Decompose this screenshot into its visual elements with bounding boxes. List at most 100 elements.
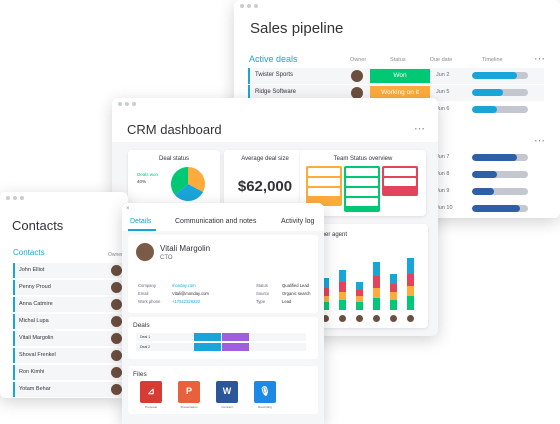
contact-row[interactable]: Shoval Frenkel: [13, 348, 125, 363]
contact-row[interactable]: Anna Catmire: [13, 297, 125, 312]
agent-bar[interactable]: [373, 262, 380, 310]
agent-bar[interactable]: [339, 270, 346, 310]
agent-bar-segment: [373, 276, 380, 288]
more-options-icon[interactable]: ⋯: [534, 52, 546, 65]
file-icon[interactable]: 🎙: [254, 381, 276, 403]
deal-name[interactable]: Deal 1: [140, 335, 150, 339]
timeline-bar[interactable]: [472, 89, 528, 96]
contact-row[interactable]: Yotam Behar: [13, 382, 125, 397]
more-options-icon[interactable]: ⋯: [414, 122, 426, 135]
file-caption: Proposal: [145, 405, 157, 409]
agent-avatar: [390, 315, 397, 322]
avatar: [111, 282, 122, 293]
deal-row[interactable]: Deal 1: [136, 333, 306, 341]
timeline-fill: [472, 188, 495, 195]
field-value[interactable]: monday.com: [172, 283, 196, 288]
legend-label: Deals won: [137, 172, 159, 177]
contact-name[interactable]: Anna Catmire: [19, 301, 53, 307]
agent-bar-segment: [356, 302, 363, 310]
group-title-active-deals[interactable]: Active deals: [249, 54, 298, 64]
field-value[interactable]: Qualified Lead: [282, 283, 309, 288]
field-label: Work phone: [138, 299, 161, 304]
contact-name[interactable]: Michal Lupa: [19, 318, 49, 324]
timeline-bar[interactable]: [472, 171, 528, 178]
column-header-status: Status: [390, 57, 406, 63]
group-color-bar: [248, 68, 250, 84]
avatar[interactable]: [351, 70, 363, 82]
sales-per-agent-widget[interactable]: ss per agent: [308, 224, 428, 328]
agent-bar-segment: [407, 286, 414, 296]
due-date[interactable]: Jun 9: [436, 188, 449, 194]
deal-stage[interactable]: [222, 333, 249, 341]
contact-row[interactable]: Penny Proud: [13, 280, 125, 295]
due-date[interactable]: Jun 6: [436, 106, 449, 112]
contact-name[interactable]: Penny Proud: [19, 284, 51, 290]
group-color-bar: [13, 331, 15, 346]
due-date[interactable]: Jun 8: [436, 171, 449, 177]
contact-row[interactable]: Vitali Margolin: [13, 331, 125, 346]
avatar: [111, 367, 122, 378]
contact-detail-window: × Details Communication and notes Activi…: [122, 203, 324, 424]
file-icon[interactable]: P: [178, 381, 200, 403]
field-value[interactable]: +17542326232: [172, 299, 200, 304]
deal-status-widget[interactable]: Deal status Deals won 40%: [128, 150, 220, 208]
field-value[interactable]: Organic search: [282, 291, 310, 296]
tab-activity-log[interactable]: Activity log: [281, 218, 314, 225]
timeline-fill: [472, 154, 517, 161]
more-options-icon[interactable]: ⋯: [534, 134, 546, 147]
contact-name[interactable]: Yotam Behar: [19, 386, 51, 392]
group-color-bar: [13, 297, 15, 312]
tab-communication-and-notes[interactable]: Communication and notes: [175, 218, 256, 225]
agent-bar-segment: [390, 292, 397, 300]
contact-name[interactable]: John Elliot: [19, 267, 44, 273]
file-icon[interactable]: ⊿: [140, 381, 162, 403]
contact-row[interactable]: Ron Kimhi: [13, 365, 125, 380]
contact-row[interactable]: Michal Lupa: [13, 314, 125, 329]
agent-bar-segment: [390, 274, 397, 284]
contact-name[interactable]: Vitali Margolin: [19, 335, 53, 341]
deal-status[interactable]: [194, 343, 221, 351]
table-row[interactable]: Twister Sports Won Jun 2: [248, 68, 544, 84]
deal-name[interactable]: Ridge Software: [255, 89, 296, 95]
agent-bar[interactable]: [407, 258, 414, 310]
due-date[interactable]: Jun 7: [436, 154, 449, 160]
timeline-bar[interactable]: [472, 72, 528, 79]
contact-name[interactable]: Ron Kimhi: [19, 369, 44, 375]
agent-bar-segment: [373, 288, 380, 298]
due-date[interactable]: Jun 10: [436, 205, 453, 211]
agent-bar[interactable]: [390, 274, 397, 310]
deal-stage[interactable]: [222, 343, 249, 351]
field-value[interactable]: Vitali@monday.com: [172, 291, 209, 296]
agent-bar-segment: [407, 296, 414, 310]
kanban-column: [306, 166, 342, 206]
group-title-contacts[interactable]: Contacts: [13, 248, 45, 257]
tab-details[interactable]: Details: [130, 218, 151, 225]
group-color-bar: [13, 280, 15, 295]
contact-row[interactable]: John Elliot: [13, 263, 125, 278]
deal-name[interactable]: Deal 2: [140, 345, 150, 349]
close-icon[interactable]: ×: [126, 206, 130, 212]
agent-bar-segment: [339, 292, 346, 300]
due-date[interactable]: Jun 5: [436, 89, 449, 95]
agent-avatar: [407, 315, 414, 322]
avatar: [111, 384, 122, 395]
contacts-window: Contacts Contacts Owner John Elliot Penny…: [0, 192, 128, 398]
timeline-bar[interactable]: [472, 154, 528, 161]
contact-name[interactable]: Shoval Frenkel: [19, 352, 56, 358]
average-deal-size-widget[interactable]: Average deal size $62,000: [224, 150, 306, 208]
agent-bar[interactable]: [356, 282, 363, 310]
avatar: [136, 243, 154, 261]
deal-status[interactable]: [194, 333, 221, 341]
due-date[interactable]: Jun 2: [436, 72, 449, 78]
deal-row[interactable]: Deal 2: [136, 343, 306, 351]
window-controls: [6, 196, 24, 200]
timeline-bar[interactable]: [472, 106, 528, 113]
timeline-bar[interactable]: [472, 205, 528, 212]
status-badge[interactable]: Won: [370, 69, 430, 83]
page-title: CRM dashboard: [127, 122, 222, 137]
field-value[interactable]: Lead: [282, 299, 291, 304]
deal-name[interactable]: Twister Sports: [255, 72, 293, 78]
timeline-bar[interactable]: [472, 188, 528, 195]
group-color-bar: [13, 314, 15, 329]
file-icon[interactable]: W: [216, 381, 238, 403]
